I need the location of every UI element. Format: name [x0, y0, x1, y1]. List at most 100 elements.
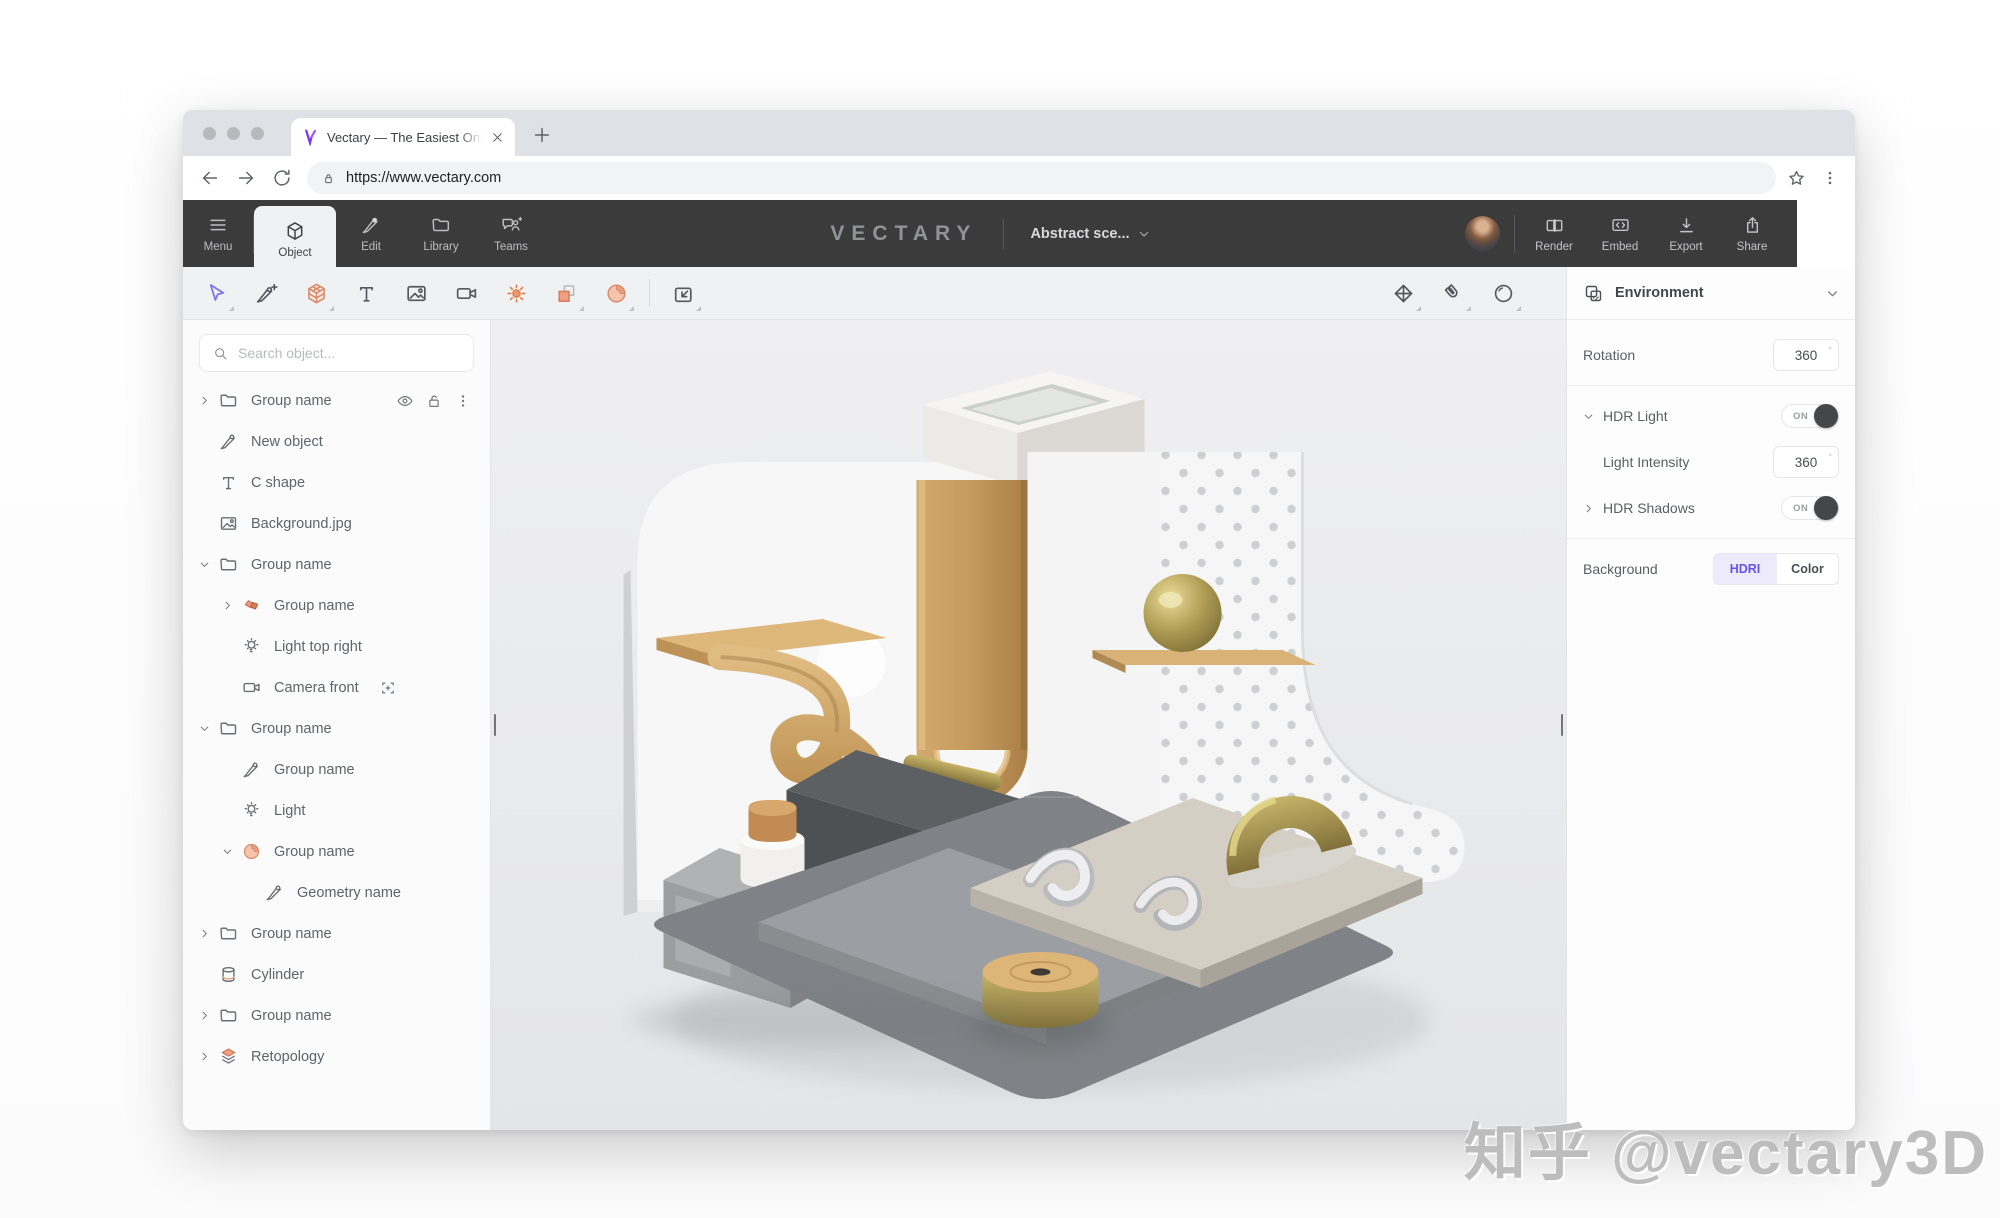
chevron-right-icon[interactable] — [1583, 503, 1594, 514]
tree-item[interactable]: Group name — [199, 995, 474, 1036]
tree-row-icons — [396, 392, 474, 410]
chevron-right-icon[interactable] — [222, 600, 239, 612]
cube-icon — [284, 220, 306, 242]
back-icon[interactable] — [199, 167, 221, 189]
text-icon — [218, 472, 239, 493]
nav-tab-library[interactable]: Library — [406, 200, 476, 267]
tree-item[interactable]: Light — [199, 790, 474, 831]
tree-item[interactable]: Background.jpg — [199, 503, 474, 544]
menu-button[interactable]: Menu — [183, 200, 253, 267]
orbit-tool-button[interactable] — [1482, 272, 1524, 314]
share-button[interactable]: Share — [1719, 215, 1785, 253]
close-window-button[interactable] — [203, 127, 216, 140]
environment-panel-header[interactable]: Environment — [1567, 267, 1855, 320]
reload-icon[interactable] — [271, 167, 293, 189]
chevron-right-icon[interactable] — [199, 395, 216, 407]
avatar[interactable] — [1465, 216, 1500, 251]
zoom-window-button[interactable] — [251, 127, 264, 140]
tree-item-label: Background.jpg — [251, 516, 352, 532]
tree-item[interactable]: Group name — [199, 831, 474, 872]
snap-tool-button[interactable] — [1432, 272, 1474, 314]
import-tool-button[interactable] — [662, 272, 704, 314]
chevron-right-icon[interactable] — [199, 928, 216, 940]
light-tool-button[interactable] — [495, 272, 537, 314]
tree-item[interactable]: Group name — [199, 913, 474, 954]
folder-icon — [430, 214, 452, 236]
new-tab-button[interactable] — [531, 124, 553, 146]
unlock-icon[interactable] — [425, 392, 443, 410]
export-button[interactable]: Export — [1653, 215, 1719, 253]
background-option-hdri[interactable]: HDRI — [1714, 554, 1776, 584]
boolean-tool-button[interactable] — [545, 272, 587, 314]
app-nav-row: Menu ObjectEditLibraryTeams VECTARY Abst… — [183, 200, 1855, 267]
hdr-shadows-toggle[interactable]: ON — [1781, 496, 1839, 520]
chevron-right-icon[interactable] — [199, 1051, 216, 1063]
chevron-down-icon[interactable] — [199, 723, 216, 735]
primitive-tool-button[interactable] — [295, 272, 337, 314]
eye-icon[interactable] — [396, 392, 414, 410]
nav-tab-label: Teams — [494, 241, 528, 253]
toggle-on-label: ON — [1793, 411, 1808, 422]
forward-icon[interactable] — [235, 167, 257, 189]
address-bar[interactable]: https://www.vectary.com — [307, 162, 1776, 194]
tree-item[interactable]: Group name — [199, 544, 474, 585]
tree-item[interactable]: Group name — [199, 749, 474, 790]
light-intensity-input[interactable]: 360 ° — [1773, 446, 1839, 478]
tree-item[interactable]: New object — [199, 421, 474, 462]
background-option-color[interactable]: Color — [1776, 554, 1838, 584]
chevron-down-icon[interactable] — [199, 559, 216, 571]
camera-tool-button[interactable] — [445, 272, 487, 314]
pen-icon — [218, 431, 239, 452]
add-object-tool-button[interactable] — [245, 272, 287, 314]
rotation-label: Rotation — [1583, 347, 1635, 363]
chevron-down-icon[interactable] — [1826, 287, 1839, 300]
rotation-input[interactable]: 360 ° — [1773, 339, 1839, 371]
viewport-3d[interactable] — [491, 320, 1566, 1130]
nav-tab-object[interactable]: Object — [254, 206, 336, 267]
nav-tab-edit[interactable]: Edit — [336, 200, 406, 267]
tree-item[interactable]: C shape — [199, 462, 474, 503]
tree-item[interactable]: Light top right — [199, 626, 474, 667]
hdr-light-toggle[interactable]: ON — [1781, 404, 1839, 428]
render-button[interactable]: Render — [1521, 215, 1587, 253]
search-input[interactable]: Search object... — [199, 334, 474, 372]
kebab-icon[interactable] — [454, 392, 472, 410]
pen-icon — [264, 882, 285, 903]
menu-label: Menu — [204, 241, 233, 253]
focus-icon[interactable] — [379, 679, 397, 697]
chevron-right-icon[interactable] — [199, 1010, 216, 1022]
browser-tab[interactable]: Vectary — The Easiest Online 3D — [291, 118, 515, 156]
tree-item-label: Light top right — [274, 639, 362, 655]
tree-item[interactable]: Camera front — [199, 667, 474, 708]
image-tool-button[interactable] — [395, 272, 437, 314]
embed-button[interactable]: Embed — [1587, 215, 1653, 253]
background-row: Background HDRIColor — [1583, 546, 1839, 592]
image-icon — [404, 281, 429, 306]
text-tool-button[interactable] — [345, 272, 387, 314]
tree-item[interactable]: Geometry name — [199, 872, 474, 913]
sidebar-resize-handle[interactable] — [494, 714, 496, 736]
tree-item[interactable]: Group name — [199, 380, 474, 421]
material-icon — [604, 281, 629, 306]
bookmark-star-icon[interactable] — [1786, 168, 1807, 189]
browser-menu-icon[interactable] — [1821, 169, 1839, 187]
close-tab-icon[interactable] — [490, 130, 505, 145]
tree-item[interactable]: Group name — [199, 585, 474, 626]
tree-item[interactable]: Retopology — [199, 1036, 474, 1077]
scene-title-dropdown[interactable]: Abstract sce... — [1030, 226, 1149, 242]
shapes-icon — [241, 595, 262, 616]
gizmo-tool-button[interactable] — [1382, 272, 1424, 314]
tree-item[interactable]: Cylinder — [199, 954, 474, 995]
select-tool-button[interactable] — [195, 272, 237, 314]
chevron-down-icon[interactable] — [222, 846, 239, 858]
toggle-on-label: ON — [1793, 503, 1808, 514]
minimize-window-button[interactable] — [227, 127, 240, 140]
material-tool-button[interactable] — [595, 272, 637, 314]
tree-item[interactable]: Group name — [199, 708, 474, 749]
cylinder-icon — [218, 964, 239, 985]
search-icon — [212, 345, 229, 362]
chevron-down-icon[interactable] — [1583, 411, 1594, 422]
nav-tab-teams[interactable]: Teams — [476, 200, 546, 267]
light-intensity-label: Light Intensity — [1603, 454, 1689, 470]
panel-resize-handle[interactable] — [1561, 714, 1563, 736]
